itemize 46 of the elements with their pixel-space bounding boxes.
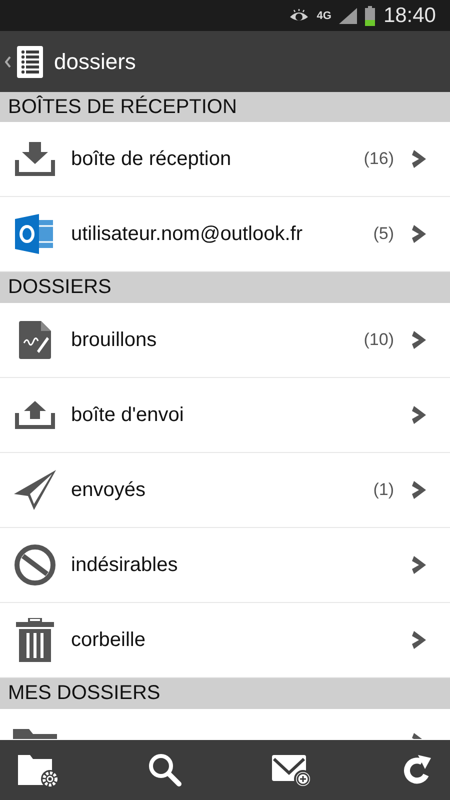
folder-name: boîte d'envoi xyxy=(71,404,185,426)
folder-name: utilisateur.nom@outlook.fr xyxy=(71,222,304,246)
refresh-icon xyxy=(402,755,432,785)
search-icon xyxy=(148,753,182,787)
folder-row[interactable]: brouillons (10) xyxy=(0,303,450,378)
folder-row[interactable]: boîte de réception (16) xyxy=(0,122,450,197)
chevron-icon xyxy=(412,556,426,574)
folder-name: brouillons xyxy=(71,328,158,352)
signal-icon xyxy=(339,8,358,24)
folder-name: corbeille xyxy=(71,628,146,652)
folder-name: boîte de réception xyxy=(71,148,232,170)
unread-count: (10) xyxy=(364,330,394,350)
section-header: BOÎTES DE RÉCEPTION xyxy=(0,92,450,122)
unread-count: (5) xyxy=(373,224,394,244)
compose-button[interactable] xyxy=(272,753,312,787)
battery-icon xyxy=(365,6,376,26)
download-tray-icon xyxy=(12,142,58,176)
search-button[interactable] xyxy=(148,753,182,787)
chevron-icon xyxy=(412,631,426,649)
folder-row[interactable]: envoyés (1) xyxy=(0,453,450,528)
caret-icon xyxy=(5,56,11,68)
chevron-icon xyxy=(412,150,426,168)
unread-count: (16) xyxy=(364,149,394,169)
folder-row[interactable]: indésirables xyxy=(0,528,450,603)
list-icon xyxy=(17,46,43,78)
upload-tray-icon xyxy=(12,401,58,429)
paper-plane-icon xyxy=(12,470,58,510)
section-header: MES DOSSIERS xyxy=(0,678,450,709)
network-label: 4G xyxy=(316,10,332,22)
chevron-icon xyxy=(412,331,426,349)
section-header: DOSSIERS xyxy=(0,272,450,303)
prohibited-icon xyxy=(12,544,58,586)
clock-time: 18:40 xyxy=(383,4,436,28)
envelope-plus-icon xyxy=(272,753,312,787)
folder-settings-button[interactable] xyxy=(18,753,58,787)
folder-name: indésirables xyxy=(71,554,179,576)
chevron-icon xyxy=(412,481,426,499)
screen-title: dossiers xyxy=(54,48,136,74)
chevron-icon xyxy=(412,225,426,243)
folder-name: envoyés xyxy=(71,478,146,502)
folder-gear-icon xyxy=(18,753,58,787)
folder-row[interactable]: boîte d'envoi xyxy=(0,378,450,453)
unread-count: (1) xyxy=(373,480,394,500)
refresh-button[interactable] xyxy=(402,755,432,785)
chevron-icon xyxy=(412,406,426,424)
eye-icon xyxy=(288,8,309,22)
